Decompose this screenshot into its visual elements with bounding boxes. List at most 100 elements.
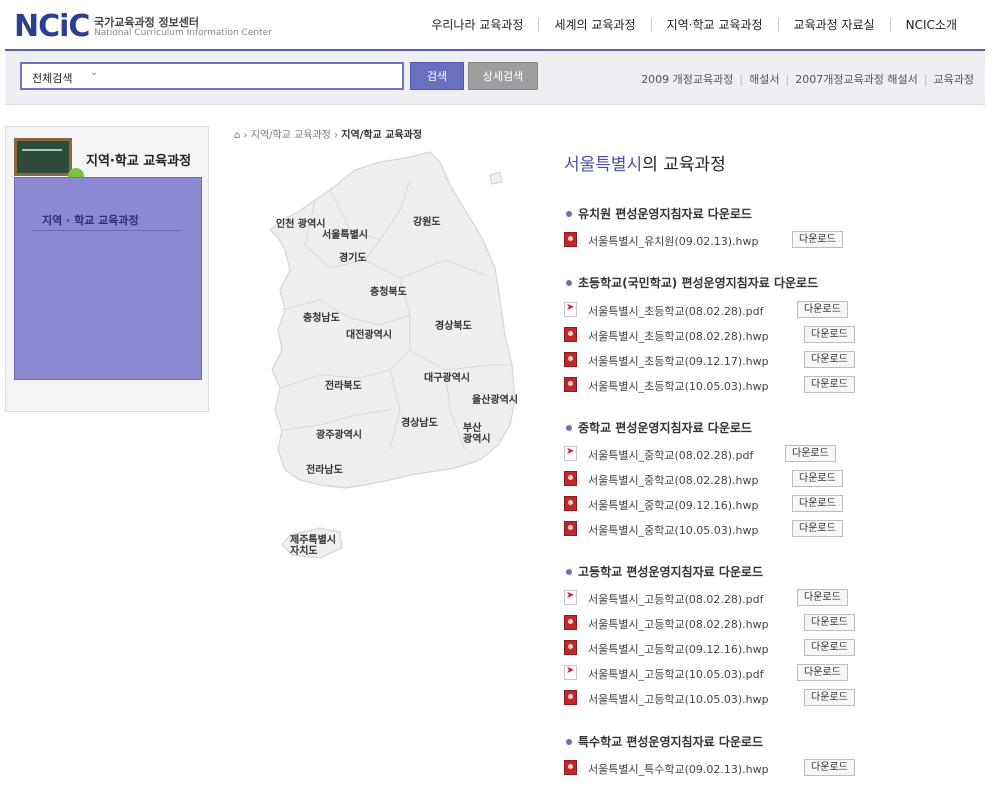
- chalkboard-icon: [14, 138, 72, 176]
- hwp-file-icon: [564, 352, 577, 367]
- hwp-file-icon: [564, 377, 577, 392]
- nav-korea-curriculum[interactable]: 우리나라 교육과정: [416, 18, 538, 32]
- quick-link-guide[interactable]: 해설서: [749, 73, 779, 86]
- top-navigation: 우리나라 교육과정 세계의 교육과정 지역·학교 교육과정 교육과정 자료실 N…: [416, 18, 972, 32]
- download-button[interactable]: 다운로드: [797, 664, 848, 681]
- download-button[interactable]: 다운로드: [804, 326, 855, 343]
- hwp-file-icon: [564, 690, 577, 705]
- hwp-file-icon: [564, 471, 577, 486]
- file-name-link[interactable]: 서울특별시_중학교(08.02.28).pdf: [588, 447, 753, 463]
- page-title-region: 서울특별시: [564, 155, 643, 175]
- sidebar-item-regional-school-curriculum[interactable]: 지역 · 학교 교육과정: [42, 212, 139, 228]
- breadcrumb-current: 지역/학교 교육과정: [341, 130, 422, 141]
- korea-region-map: 인천 광역시 서울특별시 강원도 경기도 충청북도 충청남도 대전광역시 경상북…: [260, 150, 530, 570]
- page-title-suffix: 의 교육과정: [642, 155, 726, 175]
- bullet-icon: [566, 569, 572, 575]
- region-jeju[interactable]: 제주특별시 자치도: [290, 535, 345, 557]
- section-title-high-school: 고등학교 편성운영지침자료 다운로드: [566, 563, 763, 580]
- quick-link-2009-curriculum[interactable]: 2009 개정교육과정: [641, 73, 733, 86]
- region-gwangju[interactable]: 광주광역시: [316, 430, 362, 441]
- region-jeonnam[interactable]: 전라남도: [306, 465, 343, 476]
- breadcrumb: ⌂ › 지역/학교 교육과정 › 지역/학교 교육과정: [234, 130, 422, 141]
- pdf-file-icon: [564, 590, 577, 605]
- region-busan[interactable]: 부산 광역시: [463, 423, 493, 445]
- download-button[interactable]: 다운로드: [804, 689, 855, 706]
- quick-links: 2009 개정교육과정 | 해설서 | 2007개정교육과정 해설서 | 교육과정: [641, 73, 974, 86]
- download-button[interactable]: 다운로드: [804, 639, 855, 656]
- download-button[interactable]: 다운로드: [792, 231, 843, 248]
- breadcrumb-item[interactable]: 지역/학교 교육과정: [251, 130, 331, 141]
- search-scope-select[interactable]: 전체검색: [32, 70, 72, 86]
- download-button[interactable]: 다운로드: [792, 470, 843, 487]
- region-daejeon[interactable]: 대전광역시: [346, 330, 392, 341]
- file-name-link[interactable]: 서울특별시_초등학교(08.02.28).pdf: [588, 303, 763, 319]
- file-name-link[interactable]: 서울특별시_초등학교(10.05.03).hwp: [588, 378, 769, 394]
- region-chungbuk[interactable]: 충청북도: [370, 287, 407, 298]
- logo-english-name: National Curriculum Information Center: [94, 28, 272, 38]
- search-button[interactable]: 검색: [410, 62, 464, 90]
- download-button[interactable]: 다운로드: [797, 301, 848, 318]
- region-gyeongbuk[interactable]: 경상북도: [435, 321, 472, 332]
- nav-curriculum-archive[interactable]: 교육과정 자료실: [777, 18, 890, 32]
- region-incheon[interactable]: 인천 광역시: [276, 219, 325, 230]
- search-input[interactable]: [112, 67, 396, 87]
- logo-mark: NCiC: [14, 9, 90, 44]
- file-name-link[interactable]: 서울특별시_유치원(09.02.13).hwp: [588, 233, 758, 249]
- download-button[interactable]: 다운로드: [804, 376, 855, 393]
- home-icon[interactable]: ⌂: [234, 130, 240, 141]
- section-title-middle-school: 중학교 편성운영지침자료 다운로드: [566, 419, 752, 436]
- hwp-file-icon: [564, 327, 577, 342]
- file-name-link[interactable]: 서울특별시_고등학교(10.05.03).hwp: [588, 691, 769, 707]
- download-button[interactable]: 다운로드: [804, 351, 855, 368]
- download-button[interactable]: 다운로드: [797, 589, 848, 606]
- file-name-link[interactable]: 서울특별시_중학교(10.05.03).hwp: [588, 522, 758, 538]
- region-seoul[interactable]: 서울특별시: [322, 230, 368, 241]
- hwp-file-icon: [564, 521, 577, 536]
- sidebar-item-underline: [32, 230, 182, 231]
- pdf-file-icon: [564, 665, 577, 680]
- quick-link-curriculum[interactable]: 교육과정: [934, 73, 974, 86]
- hwp-file-icon: [564, 615, 577, 630]
- pdf-file-icon: [564, 446, 577, 461]
- hwp-file-icon: [564, 232, 577, 247]
- file-name-link[interactable]: 서울특별시_고등학교(08.02.28).pdf: [588, 591, 763, 607]
- file-name-link[interactable]: 서울특별시_고등학교(10.05.03).pdf: [588, 666, 763, 682]
- file-name-link[interactable]: 서울특별시_특수학교(09.02.13).hwp: [588, 761, 769, 777]
- page-title: 서울특별시의 교육과정: [564, 150, 726, 175]
- advanced-search-button[interactable]: 상세검색: [468, 62, 538, 90]
- quick-link-2007-guide[interactable]: 2007개정교육과정 해설서: [795, 73, 918, 86]
- sidebar-title: 지역·학교 교육과정: [86, 154, 192, 169]
- download-button[interactable]: 다운로드: [792, 495, 843, 512]
- section-title-special-school: 특수학교 편성운영지침자료 다운로드: [566, 733, 763, 750]
- search-box: 전체검색 ⌄: [20, 62, 404, 90]
- bullet-icon: [566, 739, 572, 745]
- file-name-link[interactable]: 서울특별시_초등학교(09.12.17).hwp: [588, 353, 769, 369]
- nav-regional-school-curriculum[interactable]: 지역·학교 교육과정: [650, 18, 778, 32]
- region-daegu[interactable]: 대구광역시: [424, 373, 470, 384]
- nav-world-curriculum[interactable]: 세계의 교육과정: [538, 18, 650, 32]
- region-gyeongnam[interactable]: 경상남도: [401, 418, 438, 429]
- hwp-file-icon: [564, 640, 577, 655]
- bullet-icon: [566, 425, 572, 431]
- file-name-link[interactable]: 서울특별시_중학교(08.02.28).hwp: [588, 472, 758, 488]
- download-button[interactable]: 다운로드: [792, 520, 843, 537]
- download-button[interactable]: 다운로드: [804, 759, 855, 776]
- nav-about-ncic[interactable]: NCIC소개: [889, 18, 972, 32]
- download-button[interactable]: 다운로드: [785, 445, 836, 462]
- sidebar-panel: [14, 177, 202, 380]
- region-chungnam[interactable]: 충청남도: [303, 313, 340, 324]
- region-jeonbuk[interactable]: 전라북도: [325, 381, 362, 392]
- region-gangwon[interactable]: 강원도: [413, 217, 441, 228]
- section-title-elementary: 초등학교(국민학교) 편성운영지침자료 다운로드: [566, 274, 818, 291]
- chevron-down-icon[interactable]: ⌄: [90, 67, 98, 78]
- hwp-file-icon: [564, 760, 577, 775]
- file-name-link[interactable]: 서울특별시_중학교(09.12.16).hwp: [588, 497, 758, 513]
- download-button[interactable]: 다운로드: [804, 614, 855, 631]
- region-gyeonggi[interactable]: 경기도: [339, 253, 367, 264]
- bullet-icon: [566, 211, 572, 217]
- region-ulsan[interactable]: 울산광역시: [472, 395, 518, 406]
- file-name-link[interactable]: 서울특별시_고등학교(09.12.16).hwp: [588, 641, 769, 657]
- file-name-link[interactable]: 서울특별시_초등학교(08.02.28).hwp: [588, 328, 769, 344]
- hwp-file-icon: [564, 496, 577, 511]
- file-name-link[interactable]: 서울특별시_고등학교(08.02.28).hwp: [588, 616, 769, 632]
